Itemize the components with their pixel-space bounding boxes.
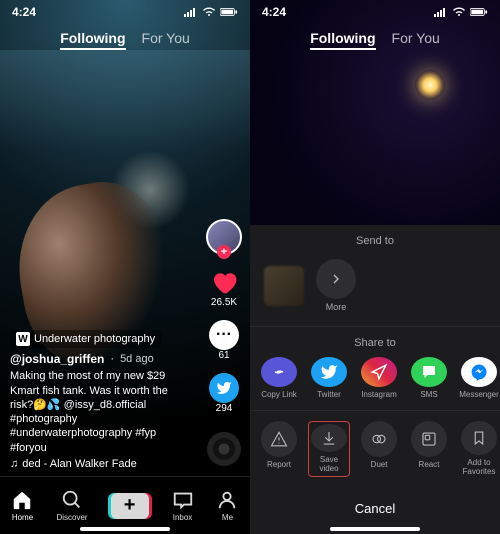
music-marquee[interactable]: ♫ded - Alan Walker Fade bbox=[10, 458, 190, 470]
battery-icon bbox=[470, 7, 488, 17]
status-bar: 4:24 bbox=[250, 0, 500, 24]
status-icons bbox=[434, 7, 488, 17]
send-to-title: Send to bbox=[250, 225, 500, 255]
nav-home[interactable]: Home bbox=[11, 489, 33, 522]
more-contacts-button[interactable]: More bbox=[316, 259, 356, 312]
bookmark-icon bbox=[461, 421, 497, 455]
share-twitter[interactable]: Twitter bbox=[308, 357, 350, 400]
comment-button[interactable]: 61 bbox=[209, 320, 239, 361]
caption[interactable]: Making the most of my new $29 Kmart fish… bbox=[10, 369, 190, 455]
instagram-icon bbox=[361, 357, 397, 387]
search-icon bbox=[61, 489, 83, 511]
top-nav: Following For You bbox=[0, 30, 250, 50]
status-time: 4:24 bbox=[262, 5, 286, 19]
report-icon bbox=[261, 421, 297, 457]
video-meta: WUnderwater photography @joshua_griffen … bbox=[10, 330, 190, 470]
inbox-icon bbox=[172, 489, 194, 511]
share-copy-link[interactable]: Copy Link bbox=[258, 357, 300, 400]
signal-icon bbox=[434, 7, 448, 17]
share-instagram[interactable]: Instagram bbox=[358, 357, 400, 400]
action-save-video[interactable]: Save video bbox=[308, 421, 350, 477]
wifi-icon bbox=[452, 7, 466, 17]
avatar-icon bbox=[206, 219, 242, 255]
messenger-icon bbox=[461, 357, 497, 387]
like-button[interactable]: 26.5K bbox=[209, 267, 239, 308]
profile-avatar-button[interactable] bbox=[206, 219, 242, 255]
right-action-rail: 26.5K 61 294 bbox=[206, 219, 242, 466]
like-count: 26.5K bbox=[211, 297, 237, 308]
status-time: 4:24 bbox=[12, 5, 36, 19]
battery-icon bbox=[220, 7, 238, 17]
heart-icon bbox=[209, 267, 239, 297]
nav-me[interactable]: Me bbox=[216, 489, 238, 522]
nav-discover[interactable]: Discover bbox=[56, 489, 87, 522]
nav-inbox[interactable]: Inbox bbox=[172, 489, 194, 522]
tab-following[interactable]: Following bbox=[310, 30, 375, 50]
share-apps-row: Copy Link Twitter Instagram SMS Messenge… bbox=[250, 357, 500, 411]
username[interactable]: @joshua_griffen bbox=[10, 352, 104, 366]
post-age: 5d ago bbox=[120, 353, 154, 365]
share-messenger[interactable]: Messenger bbox=[458, 357, 500, 400]
wifi-icon bbox=[202, 7, 216, 17]
tab-following[interactable]: Following bbox=[60, 30, 125, 50]
action-react[interactable]: React bbox=[408, 421, 450, 477]
comment-icon bbox=[209, 320, 239, 350]
top-nav: Following For You bbox=[250, 30, 500, 50]
action-add-favorites[interactable]: Add to Favorites bbox=[458, 421, 500, 477]
wikipedia-icon: W bbox=[16, 332, 30, 346]
bottom-nav: Home Discover + Inbox Me bbox=[0, 476, 250, 534]
twitter-icon bbox=[311, 357, 347, 387]
spinning-record-icon[interactable] bbox=[207, 432, 241, 466]
sms-icon bbox=[411, 357, 447, 387]
share-sheet-screen: 4:24 Following For You Send to More Shar… bbox=[250, 0, 500, 534]
status-icons bbox=[184, 7, 238, 17]
download-icon bbox=[311, 424, 347, 452]
share-count: 294 bbox=[216, 403, 233, 414]
status-bar: 4:24 bbox=[0, 0, 250, 24]
comment-count: 61 bbox=[218, 350, 229, 361]
share-button[interactable]: 294 bbox=[209, 373, 239, 414]
duet-icon bbox=[361, 421, 397, 457]
react-icon bbox=[411, 421, 447, 457]
plus-icon: + bbox=[111, 493, 149, 519]
nav-create[interactable]: + bbox=[111, 493, 149, 519]
home-indicator[interactable] bbox=[330, 527, 420, 531]
home-indicator[interactable] bbox=[80, 527, 170, 531]
share-to-title: Share to bbox=[250, 327, 500, 357]
profile-icon bbox=[216, 489, 238, 511]
home-icon bbox=[11, 489, 33, 511]
chevron-right-icon bbox=[316, 259, 356, 299]
music-note-icon: ♫ bbox=[10, 458, 18, 470]
send-to-row: More bbox=[250, 255, 500, 327]
action-duet[interactable]: Duet bbox=[358, 421, 400, 477]
category-tag[interactable]: WUnderwater photography bbox=[10, 330, 161, 348]
action-report[interactable]: Report bbox=[258, 421, 300, 477]
recent-contact[interactable] bbox=[264, 266, 304, 306]
share-icon bbox=[209, 373, 239, 403]
link-icon bbox=[261, 357, 297, 387]
feed-screen: 4:24 Following For You 26.5K 61 294 WUnd… bbox=[0, 0, 250, 534]
signal-icon bbox=[184, 7, 198, 17]
share-sheet: Send to More Share to Copy Link Twitter … bbox=[250, 225, 500, 534]
tab-for-you[interactable]: For You bbox=[392, 30, 440, 50]
share-sms[interactable]: SMS bbox=[408, 357, 450, 400]
tab-for-you[interactable]: For You bbox=[142, 30, 190, 50]
actions-row: Report Save video Duet React Add to Favo… bbox=[250, 411, 500, 487]
